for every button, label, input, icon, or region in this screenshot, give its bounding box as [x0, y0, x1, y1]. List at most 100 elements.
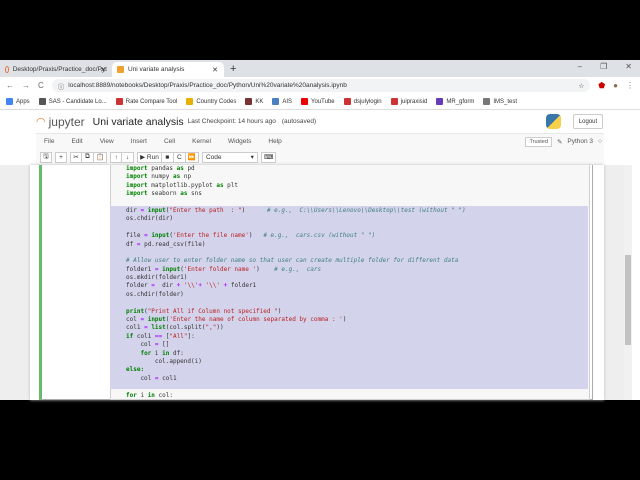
code-line: for i in col:: [126, 391, 173, 399]
code-line: os.chdir(folder): [126, 290, 184, 298]
copy-button[interactable]: ⧉: [82, 151, 94, 163]
command-palette-button[interactable]: ⌨: [260, 151, 277, 163]
profile-avatar[interactable]: ●: [613, 81, 618, 90]
code-line: df = pd.read_csv(file): [126, 240, 206, 248]
code-line: folder1 = input('Enter folder name ') # …: [126, 265, 322, 273]
code-line: os.mkdir(folder1): [126, 274, 188, 282]
bookmark-icon: [6, 98, 13, 105]
bookmark-label: Rate Compare Tool: [125, 98, 178, 105]
menu-edit[interactable]: Edit: [71, 138, 82, 145]
bookmark-icon: [301, 98, 309, 105]
forward-icon[interactable]: →: [22, 81, 30, 90]
jupyter-favicon-icon: [117, 66, 124, 73]
bookmarks-bar: Apps SAS - Candidate Lo... Rate Compare To…: [0, 94, 640, 110]
reload-icon[interactable]: C: [38, 81, 44, 90]
code-lines[interactable]: import pandas as pd import numpy as np imp…: [126, 165, 466, 400]
menu-file[interactable]: File: [44, 138, 54, 145]
bookmark-icon: [186, 98, 194, 105]
extension-icon[interactable]: ⬟: [598, 81, 605, 90]
bookmark-icon: [436, 98, 444, 105]
bookmark-icon: [483, 98, 491, 105]
close-window-icon[interactable]: ✕: [625, 62, 632, 71]
trusted-badge[interactable]: Trusted: [525, 136, 552, 147]
bookmark-icon: [115, 98, 123, 105]
close-tab-icon[interactable]: ✕: [212, 66, 218, 74]
bookmark-label: MR_gform: [446, 98, 475, 105]
edit-pencil-icon[interactable]: ✎: [557, 138, 562, 146]
paste-button[interactable]: 📋: [94, 151, 108, 163]
jupyter-logo-text: jupyter: [48, 114, 85, 129]
cell-type-select[interactable]: Code ▾: [201, 151, 258, 163]
bookmark-star-icon[interactable]: ☆: [578, 82, 584, 90]
save-button[interactable]: 🖫: [40, 151, 52, 163]
restart-run-all-button[interactable]: ⏩: [185, 151, 199, 163]
scrollbar-thumb[interactable]: [625, 255, 631, 345]
code-line: col = col1: [126, 374, 177, 382]
close-tab-icon[interactable]: ✕: [100, 66, 106, 74]
run-label: Run: [146, 153, 159, 161]
bookmark-item[interactable]: MR_gform: [436, 98, 474, 105]
url-input[interactable]: ⓘ localhost:8889/notebooks/Desktop/Praxis…: [51, 79, 591, 92]
bookmark-item[interactable]: Rate Compare Tool: [115, 98, 178, 105]
menu-view[interactable]: View: [100, 138, 114, 145]
bookmark-label: Apps: [16, 98, 30, 105]
more-menu-icon[interactable]: ⋮: [626, 81, 634, 90]
bookmark-label: AIS: [282, 98, 293, 105]
move-down-button[interactable]: ↓: [122, 151, 135, 163]
code-line: col1 = list(col.split(",")): [126, 324, 224, 332]
tab-uni-variate[interactable]: Uni variate analysis ✕: [112, 62, 224, 77]
bookmark-label: Country Codes: [196, 98, 237, 105]
bookmark-item[interactable]: KK: [245, 98, 263, 105]
tab-label: Desktop/Praxis/Practice_doc/Pyt: [12, 66, 107, 73]
code-line: print("Print All if Column not specified…: [126, 307, 282, 315]
menu-cell[interactable]: Cell: [164, 138, 175, 145]
scrollbar[interactable]: [624, 165, 632, 400]
notebook-toolbar: 🖫 + ✂ ⧉ 📋 ↑ ↓ ▶ Run ■ C ⏩ Code ▾ ⌨: [36, 149, 604, 166]
bookmark-item[interactable]: Country Codes: [186, 98, 236, 105]
logout-button[interactable]: Logout: [573, 114, 603, 129]
kernel-name[interactable]: Python 3: [567, 138, 593, 145]
new-tab-button[interactable]: +: [224, 63, 242, 77]
menu-insert[interactable]: Insert: [131, 138, 147, 145]
menu-help[interactable]: Help: [268, 138, 281, 145]
chevron-down-icon: ▾: [250, 154, 254, 161]
bookmark-item[interactable]: juipraxisid: [390, 98, 427, 105]
bookmark-label: IMS_test: [493, 98, 518, 105]
back-icon[interactable]: ←: [6, 81, 14, 90]
restore-icon[interactable]: ❐: [600, 62, 607, 71]
interrupt-button[interactable]: ■: [161, 151, 174, 163]
code-line: import numpy as np: [126, 173, 192, 181]
insert-cell-button[interactable]: +: [55, 151, 67, 163]
code-line: else:: [126, 366, 145, 374]
restart-button[interactable]: C: [173, 151, 186, 163]
jupyter-header: ◠ jupyter Uni variate analysis Last Check…: [0, 110, 640, 133]
code-line: col = []: [126, 341, 170, 349]
menu-bar: File Edit View Insert Cell Kernel Widgets Help T…: [36, 133, 604, 149]
bookmark-icon: [390, 98, 398, 105]
tab-desktop[interactable]: Desktop/Praxis/Practice_doc/Pyt ✕: [0, 62, 112, 77]
run-button[interactable]: ▶ Run: [137, 151, 162, 163]
bookmark-item[interactable]: Apps: [6, 98, 30, 105]
code-line: os.chdir(dir): [126, 215, 173, 223]
cell-type-value: Code: [205, 153, 222, 161]
jupyter-logo[interactable]: ◠ jupyter: [36, 115, 85, 129]
bookmark-item[interactable]: AIS: [272, 98, 292, 105]
bookmark-icon: [343, 98, 351, 105]
bookmark-item[interactable]: dsjulylogin: [343, 98, 382, 105]
menu-widgets[interactable]: Widgets: [228, 138, 251, 145]
bookmark-item[interactable]: SAS - Candidate Lo...: [38, 98, 107, 105]
code-line: col.append(i): [126, 357, 202, 365]
bookmark-item[interactable]: IMS_test: [483, 98, 517, 105]
move-up-button[interactable]: ↑: [110, 151, 123, 163]
cut-button[interactable]: ✂: [70, 151, 82, 163]
address-bar-row: ← → C ⓘ localhost:8889/notebooks/Desktop/Pr…: [0, 77, 640, 94]
bookmark-label: YouTube: [311, 98, 335, 105]
minimize-icon[interactable]: –: [578, 62, 582, 71]
bookmark-item[interactable]: YouTube: [301, 98, 335, 105]
menu-kernel[interactable]: Kernel: [192, 138, 211, 145]
notebook-title[interactable]: Uni variate analysis: [93, 116, 184, 128]
